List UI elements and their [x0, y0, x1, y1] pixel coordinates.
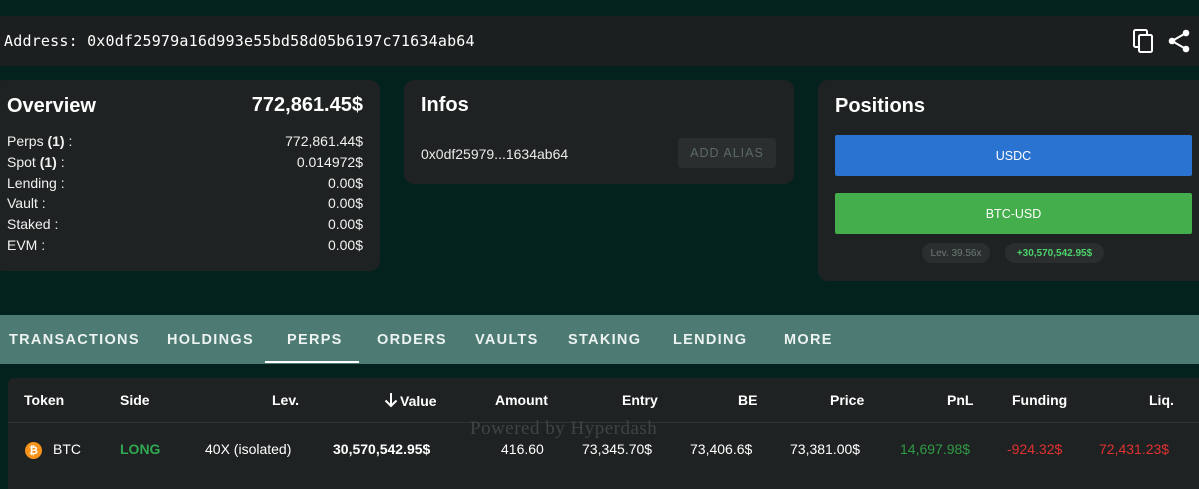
overview-total: 772,861.45$: [251, 94, 363, 116]
cell-price: 73,381.00$: [790, 441, 861, 457]
overview-row-label: Lending :: [7, 174, 65, 191]
address-label: Address: 0x0df25979a16d993e55bd58d05b619…: [4, 32, 475, 50]
header-lev[interactable]: Lev.: [272, 392, 299, 408]
overview-card: Overview 772,861.45$ Perps (1) : 772,861…: [0, 80, 380, 271]
cell-token: BTC: [53, 441, 81, 457]
tab-staking[interactable]: STAKING: [568, 315, 641, 364]
overview-row-label: Perps (1) :: [7, 133, 73, 149]
btc-usd-position-button[interactable]: BTC-USD: [835, 193, 1192, 234]
overview-row-vault: Vault : 0.00$: [7, 193, 363, 214]
header-value[interactable]: Value: [384, 392, 437, 409]
tab-perps[interactable]: PERPS: [287, 315, 343, 364]
overview-row-label: Staked :: [7, 216, 59, 233]
positions-title: Positions: [835, 95, 926, 117]
cell-value: 30,570,542.95$: [333, 441, 431, 457]
usdc-position-button[interactable]: USDC: [835, 135, 1192, 176]
cell-funding: -924.32$: [1007, 441, 1063, 457]
pnl-pill: +30,570,542.95$: [1005, 243, 1104, 263]
overview-row-value: 0.00$: [327, 174, 363, 191]
overview-row-value: 0.00$: [327, 236, 363, 253]
overview-row-value: 0.00$: [327, 216, 363, 233]
tab-transactions[interactable]: TRANSACTIONS: [9, 315, 140, 364]
tab-orders[interactable]: ORDERS: [377, 315, 447, 364]
share-icon[interactable]: [1167, 28, 1191, 54]
cell-be: 73,406.6$: [690, 441, 753, 457]
overview-row-evm: EVM : 0.00$: [7, 235, 363, 256]
add-alias-button[interactable]: ADD ALIAS: [678, 138, 776, 168]
cell-pnl: 14,697.98$: [900, 441, 971, 457]
overview-row-perps: Perps (1) : 772,861.44$: [7, 131, 363, 152]
active-tab-indicator: [265, 361, 359, 363]
overview-row-label: Vault :: [7, 195, 46, 212]
overview-list: Perps (1) : 772,861.44$ Spot (1) : 0.014…: [7, 131, 363, 256]
positions-card: Positions USDC BTC-USD Lev. 39.56x +30,5…: [818, 80, 1199, 281]
arrow-down-icon: [384, 393, 398, 408]
tab-lending[interactable]: LENDING: [673, 315, 747, 364]
overview-row-spot: Spot (1) : 0.014972$: [7, 152, 363, 173]
overview-row-value: 0.014972$: [296, 153, 363, 170]
overview-row-value: 772,861.44$: [285, 133, 363, 149]
header-funding[interactable]: Funding: [1012, 392, 1067, 408]
bitcoin-icon: ₿: [25, 442, 42, 459]
overview-row-lending: Lending : 0.00$: [7, 173, 363, 194]
header-side[interactable]: Side: [120, 392, 150, 408]
short-address: 0x0df25979...1634ab64: [421, 146, 569, 162]
copy-icon[interactable]: [1131, 28, 1155, 54]
header-amount[interactable]: Amount: [495, 392, 548, 408]
infos-card: Infos 0x0df25979...1634ab64 ADD ALIAS: [404, 80, 794, 184]
tab-holdings[interactable]: HOLDINGS: [167, 315, 254, 364]
header-pnl[interactable]: PnL: [947, 392, 973, 408]
header-be[interactable]: BE: [738, 392, 757, 408]
overview-title: Overview: [7, 95, 96, 117]
cell-amount: 416.60: [501, 441, 544, 457]
address-bar: Address: 0x0df25979a16d993e55bd58d05b619…: [0, 16, 1199, 66]
overview-row-value: 0.00$: [327, 195, 363, 212]
cell-side: LONG: [120, 441, 161, 457]
overview-row-staked: Staked : 0.00$: [7, 214, 363, 235]
tab-more[interactable]: MORE: [784, 315, 833, 364]
cell-liq: 72,431.23$: [1099, 441, 1170, 457]
tab-vaults[interactable]: VAULTS: [475, 315, 539, 364]
perps-table: Token Side Lev. Value Amount Entry BE Pr…: [8, 378, 1199, 489]
overview-row-label: EVM :: [7, 236, 46, 253]
header-token[interactable]: Token: [24, 392, 64, 408]
cell-entry: 73,345.70$: [582, 441, 653, 457]
header-price[interactable]: Price: [830, 392, 864, 408]
overview-row-label: Spot (1) :: [7, 153, 65, 170]
header-liq[interactable]: Liq.: [1149, 392, 1174, 408]
header-entry[interactable]: Entry: [622, 392, 658, 408]
cell-lev: 40X (isolated): [205, 441, 292, 457]
leverage-pill: Lev. 39.56x: [922, 243, 990, 263]
infos-title: Infos: [421, 94, 469, 116]
tab-bar: TRANSACTIONS HOLDINGS PERPS ORDERS VAULT…: [0, 315, 1199, 364]
watermark: Powered by Hyperdash: [470, 418, 658, 439]
